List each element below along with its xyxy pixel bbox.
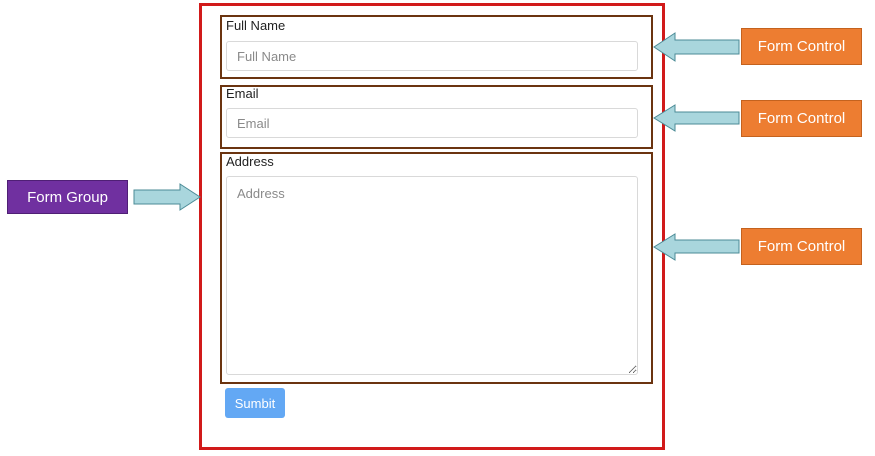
form-control-tag: Form Control [741, 100, 862, 137]
form-group-tag: Form Group [7, 180, 128, 214]
arrow-to-full-name-control [653, 32, 740, 62]
form-control-tag: Form Control [741, 228, 862, 265]
arrow-to-email-control [653, 104, 740, 132]
arrow-to-form-group [133, 183, 201, 211]
form-control-tag: Form Control [741, 28, 862, 65]
arrow-to-address-control [653, 233, 740, 261]
